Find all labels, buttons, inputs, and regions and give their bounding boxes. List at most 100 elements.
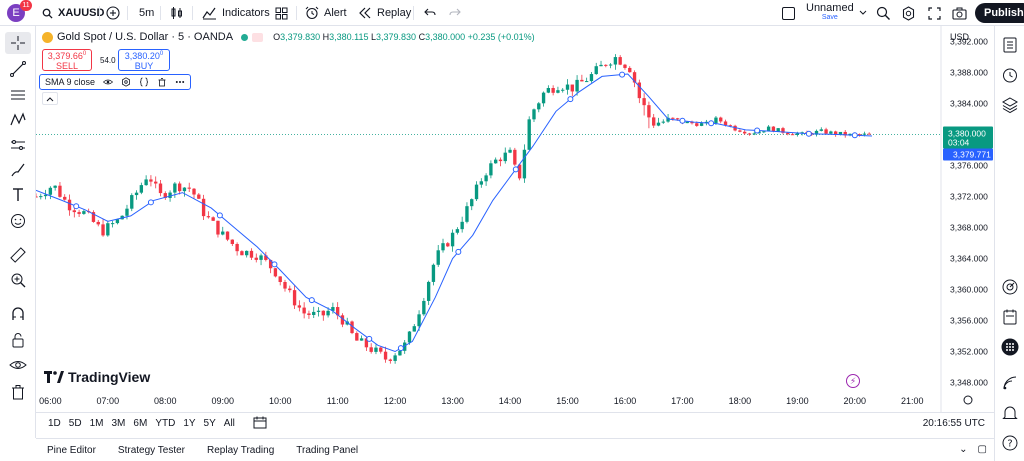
settings-button[interactable] [901, 0, 916, 26]
remove-drawings-tool[interactable] [5, 381, 31, 403]
range-5d[interactable]: 5D [65, 418, 86, 429]
plus-circle-icon [106, 6, 120, 20]
alerts-button[interactable] [999, 64, 1021, 86]
gear-icon[interactable] [121, 77, 131, 87]
candle [288, 285, 292, 293]
avatar[interactable]: E 11 [7, 0, 32, 22]
candle [479, 178, 483, 188]
tab-replay-trading[interactable]: Replay Trading [196, 445, 285, 456]
crosshair-tool[interactable] [5, 32, 31, 54]
axis-settings-icon[interactable] [963, 395, 973, 405]
range-1y[interactable]: 1Y [179, 418, 199, 429]
candle [642, 93, 646, 116]
buy-button[interactable]: 3,380.200 BUY [118, 49, 170, 71]
zoom-tool[interactable] [5, 269, 31, 291]
notifications-button[interactable] [999, 402, 1021, 424]
candle [517, 164, 522, 181]
sell-button[interactable]: 3,379.660 SELL [42, 49, 92, 71]
tradingview-logo[interactable]: TradingView [44, 369, 150, 385]
sma-indicator-legend[interactable]: SMA 9 close [39, 74, 192, 90]
undo-button[interactable] [424, 0, 436, 26]
collapse-legend-button[interactable] [42, 92, 58, 105]
indicators-button[interactable]: Indicators [202, 0, 270, 26]
maximize-icon[interactable]: ▢ [978, 444, 987, 455]
publish-button[interactable]: Publish [975, 0, 1024, 26]
trend-line-tool[interactable] [5, 58, 31, 80]
range-all[interactable]: All [220, 418, 239, 429]
range-5y[interactable]: 5Y [200, 418, 220, 429]
candle [762, 131, 766, 134]
fullscreen-button[interactable] [928, 0, 941, 26]
data-window-button[interactable] [999, 94, 1021, 116]
apps-button[interactable] [999, 336, 1021, 358]
chart-type-button[interactable] [170, 0, 184, 26]
forecast-tool[interactable] [5, 134, 31, 156]
sma-price-label[interactable]: 3,379.771 [943, 148, 993, 161]
brush-tool[interactable] [5, 159, 31, 181]
emoji-tool[interactable] [5, 210, 31, 232]
time-tick-label: 18:00 [729, 396, 752, 406]
help-button[interactable]: ? [999, 432, 1021, 454]
broadcast-icon [1003, 376, 1017, 390]
text-tool[interactable] [5, 184, 31, 206]
help-icon: ? [1002, 435, 1018, 451]
candle [72, 207, 76, 218]
price-axis[interactable]: USD3,392.0003,388.0003,384.0003,380.0003… [940, 26, 988, 412]
range-ytd[interactable]: YTD [151, 418, 179, 429]
series-legend[interactable]: Gold Spot / U.S. Dollar · 5 · OANDA O3,3… [42, 31, 535, 43]
range-3m[interactable]: 3M [108, 418, 130, 429]
hide-drawings-tool[interactable] [5, 354, 31, 376]
utc-clock[interactable]: 20:16:55 UTC [923, 418, 985, 429]
tab-pine-editor[interactable]: Pine Editor [36, 445, 107, 456]
calendar-button[interactable] [999, 306, 1021, 328]
hotlists-button[interactable] [999, 276, 1021, 298]
trash-icon[interactable] [157, 77, 167, 87]
layout-name[interactable]: Unnamed Save [806, 0, 867, 26]
streams-button[interactable] [999, 372, 1021, 394]
watchlist-button[interactable] [999, 34, 1021, 56]
eye-icon[interactable] [103, 77, 114, 87]
quick-search-button[interactable] [876, 0, 891, 26]
magnet-tool[interactable] [5, 303, 31, 325]
source-code-icon[interactable] [139, 77, 149, 87]
range-1m[interactable]: 1M [86, 418, 108, 429]
chart-pane[interactable]: USD3,392.0003,388.0003,384.0003,380.0003… [36, 26, 995, 412]
tab-strategy-tester[interactable]: Strategy Tester [107, 445, 196, 456]
lightning-icon[interactable]: ⚡ [846, 374, 860, 388]
snapshot-button[interactable] [952, 0, 967, 26]
ruler-tool[interactable] [5, 244, 31, 266]
indicators-icon [202, 7, 216, 20]
time-axis[interactable]: 06:00 07:00 08:00 09:00 10:00 11:00 12:00 13:00… [39, 395, 973, 406]
horizontal-lines-tool[interactable] [5, 84, 31, 106]
range-1d[interactable]: 1D [44, 418, 65, 429]
user-menu[interactable]: E 11 [7, 0, 32, 26]
lock-drawings-tool[interactable] [5, 329, 31, 351]
candle [173, 182, 177, 198]
chevron-down-icon[interactable]: ⌄ [959, 444, 967, 455]
panel-controls: ⌄ ▢ [959, 444, 987, 455]
price-tick-label: 3,384.000 [950, 99, 988, 109]
redo-button[interactable] [449, 0, 461, 26]
candle [546, 85, 551, 94]
go-to-date-button[interactable] [253, 416, 267, 432]
compare-button[interactable] [106, 0, 120, 26]
replay-button[interactable]: Replay [358, 0, 411, 26]
candle [177, 181, 182, 195]
candle [508, 147, 512, 154]
candle [273, 267, 278, 278]
alert-button[interactable]: Alert [305, 0, 347, 26]
symbol-search[interactable]: XAUUSD [42, 0, 104, 26]
layouts-button[interactable] [275, 0, 288, 26]
pattern-tool[interactable] [5, 109, 31, 131]
tab-trading-panel[interactable]: Trading Panel [285, 445, 369, 456]
candle [359, 335, 364, 341]
range-6m[interactable]: 6M [129, 418, 151, 429]
select-layout-checkbox[interactable] [782, 0, 795, 26]
last-price-label[interactable]: 3,380.00003:04 [943, 126, 993, 149]
flag-icon [252, 32, 264, 42]
time-tick-label: 20:00 [844, 396, 867, 406]
candle [58, 181, 62, 198]
candle [297, 300, 302, 312]
interval-button[interactable]: 5m [139, 0, 154, 26]
more-icon[interactable] [175, 77, 185, 87]
